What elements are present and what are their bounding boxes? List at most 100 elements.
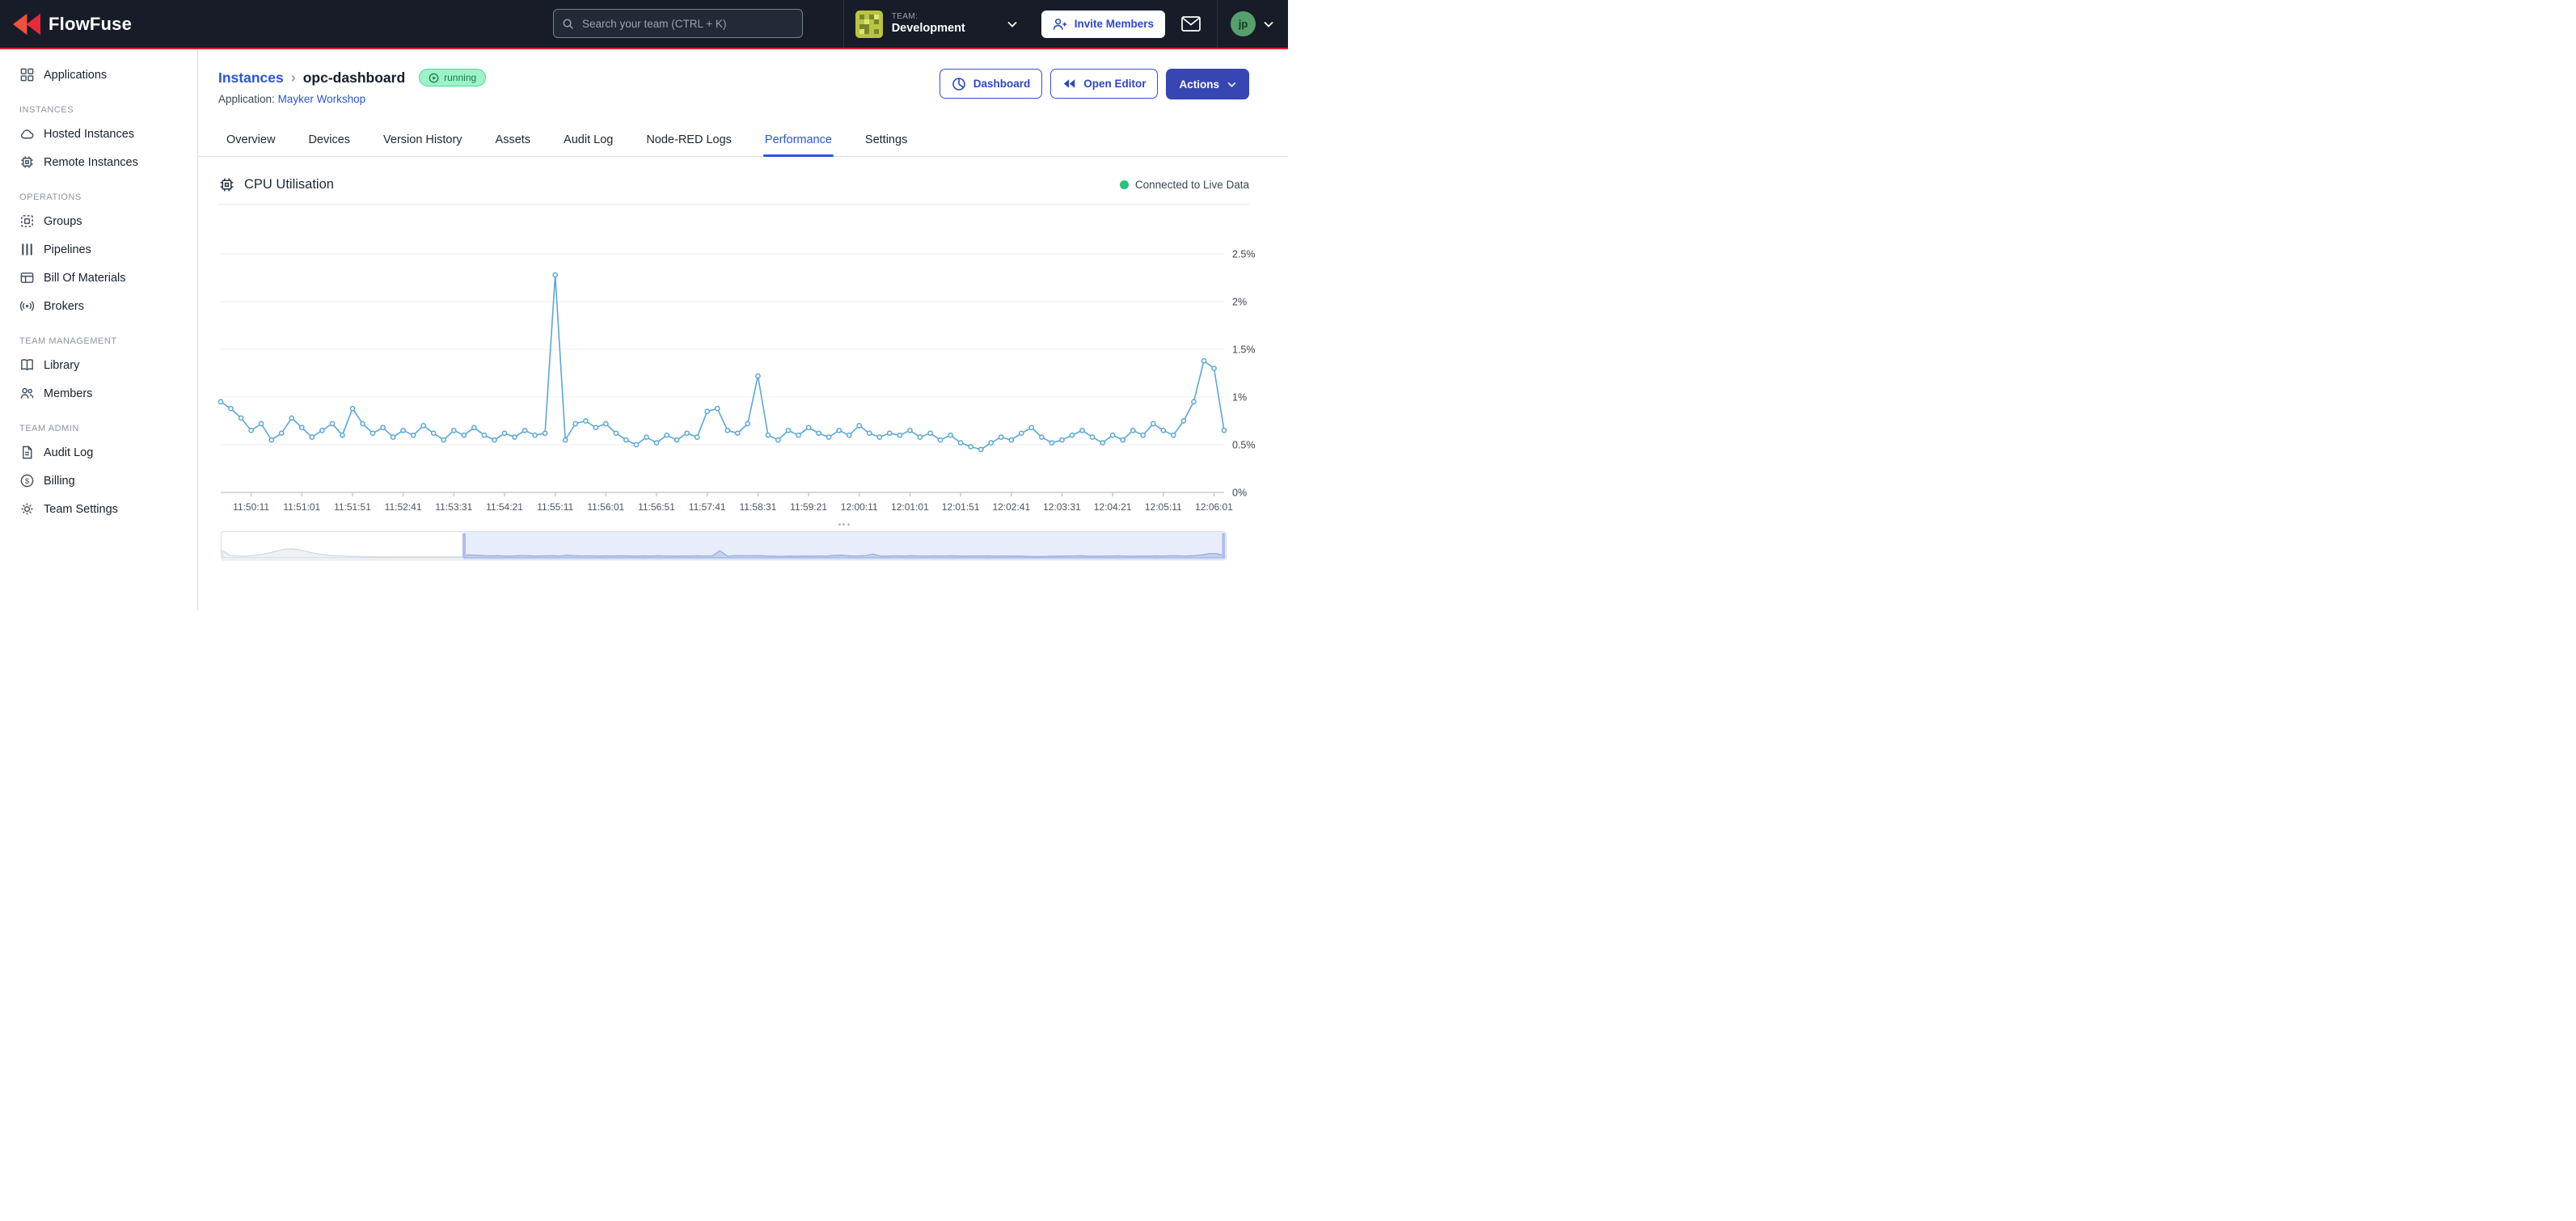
book-icon [19, 357, 35, 373]
chip-icon [19, 154, 35, 170]
node-red-editor-icon [1062, 78, 1076, 90]
sidebar-section-team-admin: TEAM ADMIN [0, 408, 197, 438]
svg-text:12:06:01: 12:06:01 [1195, 501, 1233, 513]
sidebar-item-label: Groups [44, 215, 82, 228]
sidebar-item-applications[interactable]: Applications [0, 61, 197, 89]
sidebar-item-label: Pipelines [44, 243, 91, 256]
breadcrumb-instances-link[interactable]: Instances [218, 70, 284, 87]
tab-version-history[interactable]: Version History [382, 126, 464, 156]
table-icon [19, 270, 35, 285]
instance-tabs: Overview Devices Version History Assets … [199, 126, 1288, 157]
open-editor-button[interactable]: Open Editor [1050, 69, 1158, 99]
live-data-status: Connected to Live Data [1120, 179, 1249, 191]
sidebar-item-hosted-instances[interactable]: Hosted Instances [0, 120, 197, 148]
tab-audit-log[interactable]: Audit Log [562, 126, 614, 156]
chevron-down-icon [1264, 21, 1273, 27]
sidebar-section-operations: OPERATIONS [0, 176, 197, 207]
cpu-panel-header: CPU Utilisation Connected to Live Data [218, 176, 1249, 205]
dashboard-button-label: Dashboard [973, 78, 1031, 90]
team-label: TEAM: [892, 12, 965, 22]
svg-text:12:01:01: 12:01:01 [891, 501, 929, 513]
invite-members-label: Invite Members [1075, 18, 1154, 30]
actions-button[interactable]: Actions [1166, 69, 1249, 99]
pie-chart-icon [952, 77, 966, 91]
flowfuse-logo[interactable]: FlowFuse [0, 12, 132, 36]
chart-navigator[interactable] [221, 531, 1227, 560]
main-content: Instances › opc-dashboard running Applic… [199, 49, 1288, 610]
user-menu[interactable]: jp [1217, 0, 1288, 48]
svg-text:12:02:41: 12:02:41 [992, 501, 1030, 513]
sidebar-item-audit-log[interactable]: Audit Log [0, 438, 197, 467]
group-box-icon [19, 213, 35, 229]
svg-text:11:51:51: 11:51:51 [334, 501, 371, 513]
navigator-chart[interactable] [221, 531, 1227, 560]
team-search [553, 9, 803, 38]
sidebar-item-pipelines[interactable]: Pipelines [0, 235, 197, 264]
chevron-down-icon [1007, 21, 1017, 27]
instance-name: opc-dashboard [303, 70, 405, 87]
app-title: FlowFuse [49, 14, 132, 35]
sidebar-item-bill-of-materials[interactable]: Bill Of Materials [0, 264, 197, 292]
sidebar-item-team-settings[interactable]: Team Settings [0, 495, 197, 523]
page-header: Instances › opc-dashboard running Applic… [218, 69, 1249, 105]
sidebar-item-label: Remote Instances [44, 156, 138, 169]
sidebar-item-label: Applications [44, 69, 107, 82]
sidebar-item-label: Team Settings [44, 503, 118, 516]
team-avatar [855, 11, 883, 38]
search-icon [562, 18, 574, 30]
sidebar-item-label: Members [44, 387, 92, 400]
application-link[interactable]: Mayker Workshop [278, 93, 366, 105]
navbar-right: TEAM: Development Invite Members [843, 0, 1288, 48]
cloud-icon [19, 126, 35, 142]
sidebar-item-label: Audit Log [44, 446, 93, 459]
svg-text:11:50:11: 11:50:11 [233, 501, 269, 513]
sidebar-item-label: Library [44, 359, 79, 372]
gear-icon [19, 501, 35, 517]
svg-text:11:52:41: 11:52:41 [385, 501, 422, 513]
dollar-icon: $ [19, 473, 35, 488]
team-name: Development [892, 22, 965, 36]
play-circle-icon [429, 73, 439, 83]
svg-text:11:54:21: 11:54:21 [486, 501, 523, 513]
svg-text:0.5%: 0.5% [1232, 440, 1256, 451]
navigator-drag-handle-icon[interactable] [838, 523, 850, 526]
sidebar-item-label: Hosted Instances [44, 128, 134, 141]
tab-performance[interactable]: Performance [763, 126, 834, 156]
svg-text:12:05:11: 12:05:11 [1145, 501, 1182, 513]
svg-text:12:04:21: 12:04:21 [1094, 501, 1132, 513]
tab-settings[interactable]: Settings [864, 126, 909, 156]
flowfuse-app: FlowFuse TEAM [0, 0, 1288, 610]
svg-text:$: $ [25, 477, 30, 486]
sidebar-item-library[interactable]: Library [0, 351, 197, 379]
svg-text:11:58:31: 11:58:31 [739, 501, 776, 513]
svg-text:2%: 2% [1232, 297, 1247, 308]
sidebar-section-team-management: TEAM MANAGEMENT [0, 320, 197, 351]
search-input[interactable] [581, 17, 794, 31]
tab-assets[interactable]: Assets [494, 126, 533, 156]
status-badge-label: running [444, 72, 476, 83]
svg-text:11:51:01: 11:51:01 [283, 501, 320, 513]
invite-members-button[interactable]: Invite Members [1041, 11, 1165, 38]
users-icon [19, 386, 35, 401]
svg-text:12:03:31: 12:03:31 [1043, 501, 1081, 513]
header-actions: Dashboard Open Editor Actions [940, 69, 1249, 105]
dashboard-button[interactable]: Dashboard [940, 69, 1043, 99]
sidebar-item-brokers[interactable]: Brokers [0, 292, 197, 320]
sidebar-item-label: Billing [44, 475, 75, 488]
notifications-button[interactable] [1178, 13, 1204, 35]
team-selector[interactable]: TEAM: Development [843, 0, 1028, 48]
panel-title: CPU Utilisation [244, 177, 334, 192]
svg-text:11:59:21: 11:59:21 [790, 501, 827, 513]
sidebar-item-remote-instances[interactable]: Remote Instances [0, 148, 197, 176]
sidebar-item-billing[interactable]: $ Billing [0, 467, 197, 495]
svg-text:11:56:51: 11:56:51 [638, 501, 675, 513]
application-row: Application: Mayker Workshop [218, 93, 486, 105]
tab-devices[interactable]: Devices [306, 126, 352, 156]
svg-text:11:55:11: 11:55:11 [537, 501, 573, 513]
tab-overview[interactable]: Overview [225, 126, 277, 156]
svg-text:2.5%: 2.5% [1232, 249, 1256, 260]
user-plus-icon [1053, 18, 1067, 31]
sidebar-item-members[interactable]: Members [0, 379, 197, 408]
sidebar-item-groups[interactable]: Groups [0, 207, 197, 235]
tab-node-red-logs[interactable]: Node-RED Logs [644, 126, 733, 156]
